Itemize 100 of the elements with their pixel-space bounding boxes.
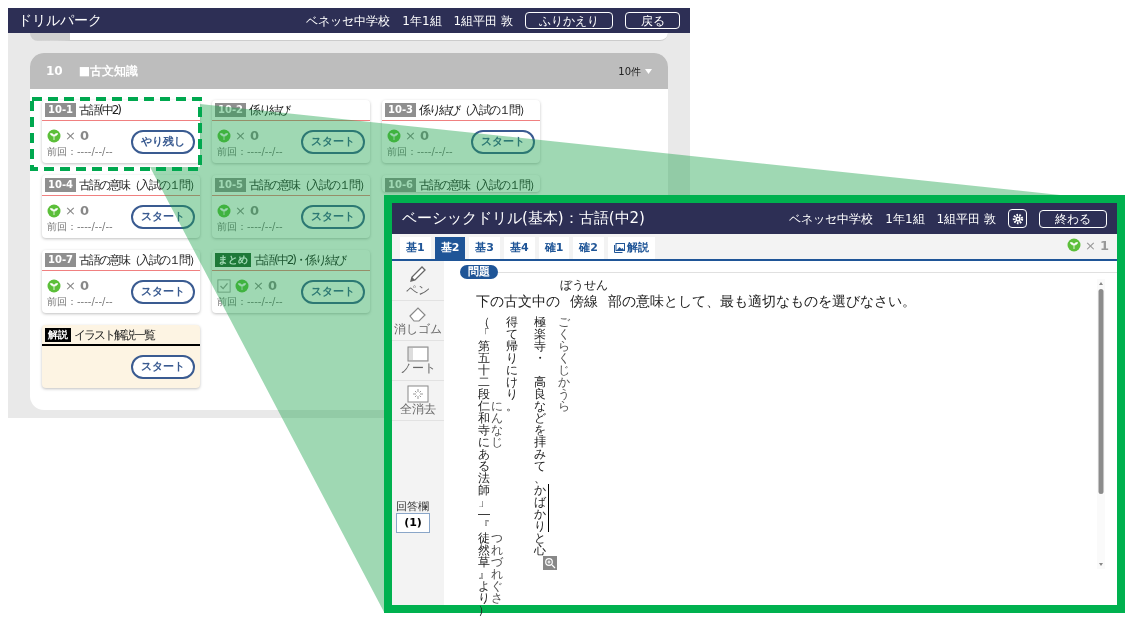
passage-text: 』より） [478,568,490,616]
school-name: ベネッセ中学校 [306,12,391,30]
card-title: イラスト解説一覧 [74,326,154,344]
tool-button[interactable]: 消しゴム [392,301,444,341]
class-name: 1年1組 [885,210,925,228]
drill-card[interactable]: 解説 イラスト解説一覧 スタート [42,325,200,388]
score-text: × 1 [1084,236,1109,255]
question-text: 下の古文中の ぼうせん 傍線 部の意味として、最も適切なものを選びなさい。 [476,279,917,311]
passage-text: にある法師」―『 [478,436,490,532]
card-title: 古語(中2)・係り結び [254,252,345,269]
zoom-in-icon[interactable] [543,556,557,570]
eraser-icon [408,305,428,323]
drill-card[interactable]: 10-1 古語(中2) × 0 前回：----/--/-- やり残し [42,100,200,163]
header-button[interactable]: 戻る [625,12,680,29]
passage-text: と心 [534,532,546,556]
section-title: ■古文知識 [78,63,139,80]
settings-icon [1011,212,1024,225]
image-icon [613,243,625,253]
sprout-icon [235,279,249,293]
card-title: 古語の意味（入試の１問） [79,177,200,194]
settings-button[interactable] [1008,209,1027,228]
passage-text: かばかり [534,484,549,532]
drill-tab[interactable]: 基2 [434,237,466,259]
count-text: × 0 [235,127,260,146]
drill-tab[interactable]: 基3 [469,237,500,259]
card-badge: 10-1 [45,103,77,117]
count-text: × 0 [65,202,90,221]
check-icon [217,279,231,293]
drill-tab[interactable]: 確1 [538,237,570,259]
drill-tab[interactable]: 基4 [503,237,535,259]
sprout-icon [47,204,61,218]
card-badge: 10-5 [215,178,247,192]
card-badge: 10-6 [385,178,417,192]
passage-text: 仁和寺 [478,400,490,436]
answer-label: 回答欄 [396,501,429,513]
clear-icon [407,385,429,403]
last-date: 前回：----/--/-- [47,145,113,158]
drill-card[interactable]: 10-7 古語の意味（入試の１問） × 0 前回：----/--/-- スタート [42,250,200,313]
passage-text: （「第五十二段 [478,316,490,400]
last-date: 前回：----/--/-- [47,220,113,233]
card-badge: まとめ [215,253,251,267]
tool-button[interactable]: ノート [392,341,444,381]
card-badge: 10-3 [385,103,417,117]
passage-text: 高良 [534,376,546,400]
start-button[interactable]: やり残し [131,130,195,154]
last-date: 前回：----/--/-- [217,145,283,158]
header-button[interactable]: ふりかえり [525,12,613,29]
start-button[interactable]: スタート [131,355,195,379]
tool-button[interactable]: ペン [392,261,444,301]
school-name: ベネッセ中学校 [789,210,874,228]
pencil-icon [408,264,428,284]
card-badge: 解説 [45,327,71,342]
drill-tab[interactable]: 解説 [607,237,655,259]
count-text: × 0 [405,127,430,146]
card-badge: 10-4 [45,178,77,192]
card-title: 古語の意味（入試の１問） [419,177,540,192]
last-date: 前回：----/--/-- [387,145,453,158]
section-number: 10 [46,63,63,80]
last-date: 前回：----/--/-- [217,220,283,233]
count-text: × 0 [235,202,260,221]
class-name: 1年1組 [402,12,442,30]
student-name: 1組平田 敦 [936,210,996,228]
sprout-icon [1066,238,1081,253]
ruby-text: ごくらくじ [558,316,570,376]
end-button[interactable]: 終わる [1039,209,1107,228]
ruby-text: かうら [558,376,570,412]
sprout-icon [47,129,61,143]
app-title: ドリルパーク [18,11,102,30]
student-name: 1組平田 敦 [453,12,513,30]
question-badge: 問題 [460,265,498,279]
sprout-icon [217,129,231,143]
last-date: 前回：----/--/-- [47,295,113,308]
caret-icon[interactable] [645,68,652,74]
ruby-text: つれづれぐさ [491,532,503,604]
passage-text: 極楽寺 [534,316,546,352]
drill-card[interactable]: 10-2 係り結び × 0 前回：----/--/-- スタート [212,100,370,163]
card-title: 古語の意味（入試の１問） [79,252,200,269]
note-icon [407,346,429,362]
answer-box[interactable]: (1) [396,513,430,533]
card-title: 古語(中2) [79,102,121,119]
tool-button[interactable]: 全消去 [392,381,444,421]
card-badge: 10-2 [215,103,247,117]
drill-tab[interactable]: 基1 [400,237,431,259]
card-badge: 10-7 [45,253,77,267]
start-button[interactable]: スタート [131,280,195,304]
sprout-icon [217,204,231,218]
ruby-text: にんなじ [491,400,503,448]
sprout-icon [47,279,61,293]
passage-text: 徒然草 [478,532,490,568]
card-title: 古語の意味（入試の１問） [249,177,370,194]
count-text: × 0 [65,127,90,146]
passage-text: などを拝みて、 [534,400,546,484]
drill-tab[interactable]: 確2 [573,237,604,259]
drill-card[interactable]: 10-3 係り結び（入試の１問） × 0 前回：----/--/-- スタート [382,100,540,163]
section-count: 10件 [618,64,641,79]
passage-text: 得て帰りにけり。 [506,316,518,412]
count-text: × 0 [253,277,278,296]
window-title: ベーシックドリル(基本)：古語(中2) [402,208,645,230]
card-title: 係り結び（入試の１問） [419,102,530,119]
drill-card[interactable]: 10-6 古語の意味（入試の１問） [382,175,540,192]
